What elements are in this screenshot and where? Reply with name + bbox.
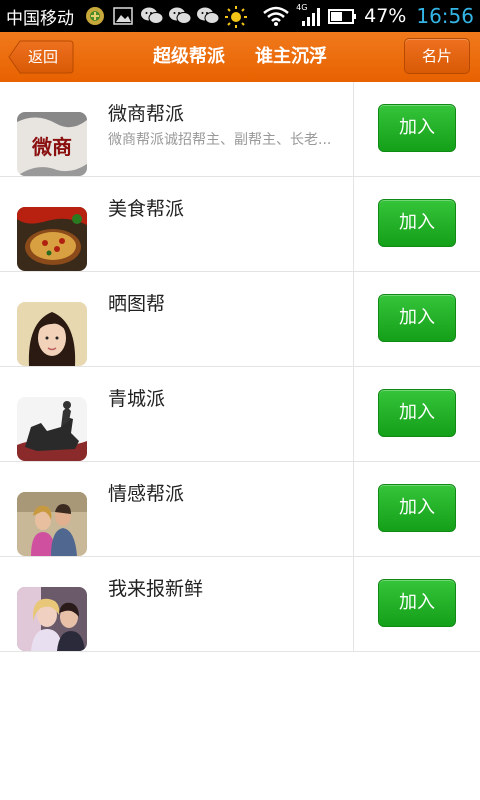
join-button[interactable]: 加入 — [378, 104, 456, 152]
wifi-icon — [262, 5, 290, 27]
wechat-icon — [168, 5, 192, 27]
group-name: 青城派 — [108, 388, 166, 410]
status-bar: 中国移动 4G 47% 16:56 — [0, 0, 480, 32]
column-divider — [353, 367, 354, 462]
wechat-icon — [140, 5, 164, 27]
group-name: 晒图帮 — [108, 293, 166, 315]
join-button[interactable]: 加入 — [378, 294, 456, 342]
business-card-button[interactable]: 名片 — [404, 38, 470, 74]
column-divider — [353, 177, 354, 272]
group-list: 微商 微商帮派 微商帮派诚招帮主、副帮主、长老... 加入 美食帮派 加入 晒图… — [0, 82, 480, 652]
group-name: 微商帮派 — [108, 103, 185, 125]
back-label: 返回 — [28, 48, 59, 66]
column-divider — [353, 272, 354, 367]
list-item[interactable]: 微商 微商帮派 微商帮派诚招帮主、副帮主、长老... 加入 — [0, 82, 480, 177]
group-avatar — [17, 492, 87, 556]
column-divider — [353, 82, 354, 177]
status-bar-right: 4G 47% 16:56 — [262, 0, 474, 32]
join-button[interactable]: 加入 — [378, 579, 456, 627]
network-type: 4G — [296, 3, 308, 12]
group-avatar — [17, 302, 87, 366]
join-button[interactable]: 加入 — [378, 484, 456, 532]
tab-who-rules[interactable]: 谁主沉浮 — [255, 32, 327, 82]
group-avatar — [17, 397, 87, 461]
group-avatar — [17, 587, 87, 651]
wechat-icon — [196, 5, 220, 27]
group-name: 美食帮派 — [108, 198, 185, 220]
list-item[interactable]: 我来报新鲜 加入 — [0, 557, 480, 652]
battery-percent: 47% — [364, 5, 407, 27]
column-divider — [353, 557, 354, 652]
group-name: 情感帮派 — [108, 483, 185, 505]
weather-sun-icon — [224, 5, 247, 28]
list-item[interactable]: 美食帮派 加入 — [0, 177, 480, 272]
clock: 16:56 — [416, 4, 474, 28]
group-name: 我来报新鲜 — [108, 578, 204, 600]
list-item[interactable]: 情感帮派 加入 — [0, 462, 480, 557]
app-notification-icon — [84, 5, 106, 27]
list-item[interactable]: 青城派 加入 — [0, 367, 480, 462]
avatar-text: 微商 — [31, 135, 72, 159]
group-avatar — [17, 207, 87, 271]
image-notification-icon — [112, 5, 134, 27]
signal-icon: 4G — [296, 3, 322, 27]
battery-icon — [328, 5, 358, 27]
tab-super-gangs[interactable]: 超级帮派 — [153, 32, 225, 82]
join-button[interactable]: 加入 — [378, 389, 456, 437]
title-bar: 超级帮派 谁主沉浮 返回 名片 — [0, 32, 480, 82]
group-avatar: 微商 — [17, 112, 87, 176]
status-bar-left: 中国移动 — [6, 0, 247, 32]
column-divider — [353, 462, 354, 557]
group-description: 微商帮派诚招帮主、副帮主、长老... — [108, 132, 332, 148]
carrier-name: 中国移动 — [6, 8, 74, 29]
list-item[interactable]: 晒图帮 加入 — [0, 272, 480, 367]
back-button[interactable]: 返回 — [8, 40, 74, 74]
join-button[interactable]: 加入 — [378, 199, 456, 247]
